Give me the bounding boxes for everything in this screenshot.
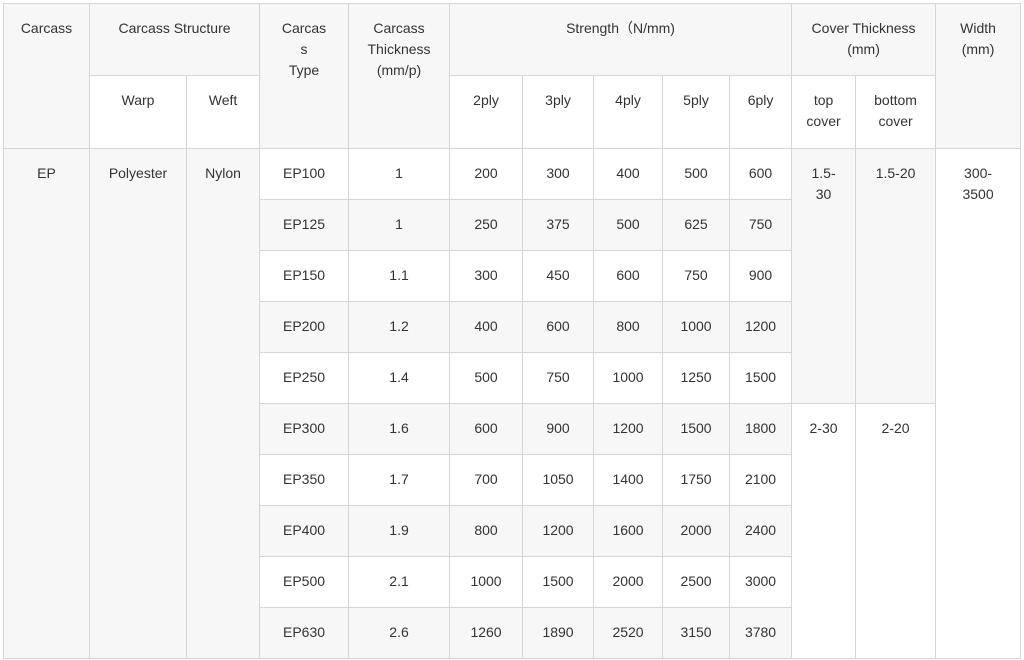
strength-cell: 600 [729,148,793,200]
strength-cell: 400 [593,148,664,200]
strength-cell: 3000 [729,556,793,608]
carcass-type-cell: EP630 [259,607,350,659]
carcass-type-cell: EP200 [259,301,350,353]
carcass-thickness-cell: 1 [348,148,451,200]
header-carcass-thickness: Carcass Thickness (mm/p) [348,3,451,149]
carcass-type-cell: EP400 [259,505,350,557]
carcass-type-cell: EP350 [259,454,350,506]
strength-cell: 500 [449,352,524,404]
table-body: Carcass Carcass Structure Carcas s Type … [3,3,1022,659]
strength-cell: 1750 [662,454,731,506]
strength-cell: 700 [449,454,524,506]
header-3ply: 3ply [522,75,595,149]
strength-cell: 375 [522,199,595,251]
strength-cell: 1500 [522,556,595,608]
strength-cell: 500 [662,148,731,200]
header-top-cover: top cover [791,75,857,149]
header-6ply: 6ply [729,75,793,149]
strength-cell: 600 [522,301,595,353]
header-strength: Strength（N/mm) [449,3,793,76]
strength-cell: 2000 [593,556,664,608]
strength-cell: 1200 [593,403,664,455]
header-width: Width (mm) [935,3,1022,149]
header-carcass-type: Carcas s Type [259,3,350,149]
strength-cell: 750 [662,250,731,302]
carcass-type-cell: EP125 [259,199,350,251]
strength-cell: 750 [729,199,793,251]
warp-cell: Polyester [89,148,187,659]
header-weft: Weft [185,75,261,149]
strength-cell: 2500 [662,556,731,608]
header-carcass-structure: Carcass Structure [88,3,261,76]
carcass-cell: EP [3,148,90,659]
specification-table: Carcass Carcass Structure Carcas s Type … [3,3,1022,659]
carcass-type-cell: EP250 [259,352,350,404]
strength-cell: 900 [729,250,793,302]
strength-cell: 2520 [593,607,664,659]
strength-cell: 250 [449,199,524,251]
strength-cell: 1890 [522,607,595,659]
strength-cell: 400 [449,301,524,353]
header-2ply: 2ply [449,75,524,149]
top-cover-cell: 1.5- 30 [791,148,857,404]
strength-cell: 3150 [662,607,731,659]
strength-cell: 500 [593,199,664,251]
top-cover-cell: 2-30 [791,403,857,659]
header-cover-thickness: Cover Thickness (mm) [791,3,937,76]
strength-cell: 1250 [662,352,731,404]
strength-cell: 450 [522,250,595,302]
strength-cell: 2100 [729,454,793,506]
strength-cell: 1800 [729,403,793,455]
carcass-type-cell: EP100 [259,148,350,200]
carcass-thickness-cell: 1.7 [348,454,451,506]
header-5ply: 5ply [662,75,731,149]
carcass-thickness-cell: 1.1 [348,250,451,302]
strength-cell: 600 [449,403,524,455]
strength-cell: 600 [593,250,664,302]
carcass-type-cell: EP150 [259,250,350,302]
carcass-thickness-cell: 2.6 [348,607,451,659]
carcass-type-cell: EP300 [259,403,350,455]
strength-cell: 625 [662,199,731,251]
strength-cell: 200 [449,148,524,200]
strength-cell: 2000 [662,505,731,557]
strength-cell: 800 [449,505,524,557]
header-row-2: Warp Weft 2ply 3ply 4ply 5ply 6ply top c… [4,75,1021,149]
strength-cell: 1000 [662,301,731,353]
strength-cell: 300 [522,148,595,200]
header-warp: Warp [89,75,187,149]
strength-cell: 1200 [729,301,793,353]
strength-cell: 1600 [593,505,664,557]
header-row-1: Carcass Carcass Structure Carcas s Type … [3,3,1022,149]
bottom-cover-cell: 2-20 [855,403,937,659]
strength-cell: 1000 [593,352,664,404]
strength-cell: 1000 [449,556,524,608]
weft-cell: Nylon [185,148,261,659]
strength-cell: 300 [449,250,524,302]
strength-cell: 3780 [729,607,793,659]
carcass-thickness-cell: 1.4 [348,352,451,404]
carcass-type-cell: EP500 [259,556,350,608]
strength-cell: 1260 [449,607,524,659]
carcass-thickness-cell: 1.9 [348,505,451,557]
header-bottom-cover: bottom cover [855,75,937,149]
strength-cell: 1050 [522,454,595,506]
carcass-thickness-cell: 1 [348,199,451,251]
strength-cell: 900 [522,403,595,455]
carcass-thickness-cell: 1.2 [348,301,451,353]
carcass-thickness-cell: 1.6 [348,403,451,455]
strength-cell: 1500 [662,403,731,455]
strength-cell: 2400 [729,505,793,557]
strength-cell: 1500 [729,352,793,404]
header-4ply: 4ply [593,75,664,149]
strength-cell: 750 [522,352,595,404]
table-row: EP Polyester Nylon EP100 1 200 300 400 500 600 1.5… [3,148,1022,659]
carcass-thickness-cell: 2.1 [348,556,451,608]
strength-cell: 1400 [593,454,664,506]
bottom-cover-cell: 1.5-20 [855,148,937,404]
strength-cell: 1200 [522,505,595,557]
width-cell: 300- 3500 [935,148,1022,659]
strength-cell: 800 [593,301,664,353]
header-carcass: Carcass [3,3,90,149]
